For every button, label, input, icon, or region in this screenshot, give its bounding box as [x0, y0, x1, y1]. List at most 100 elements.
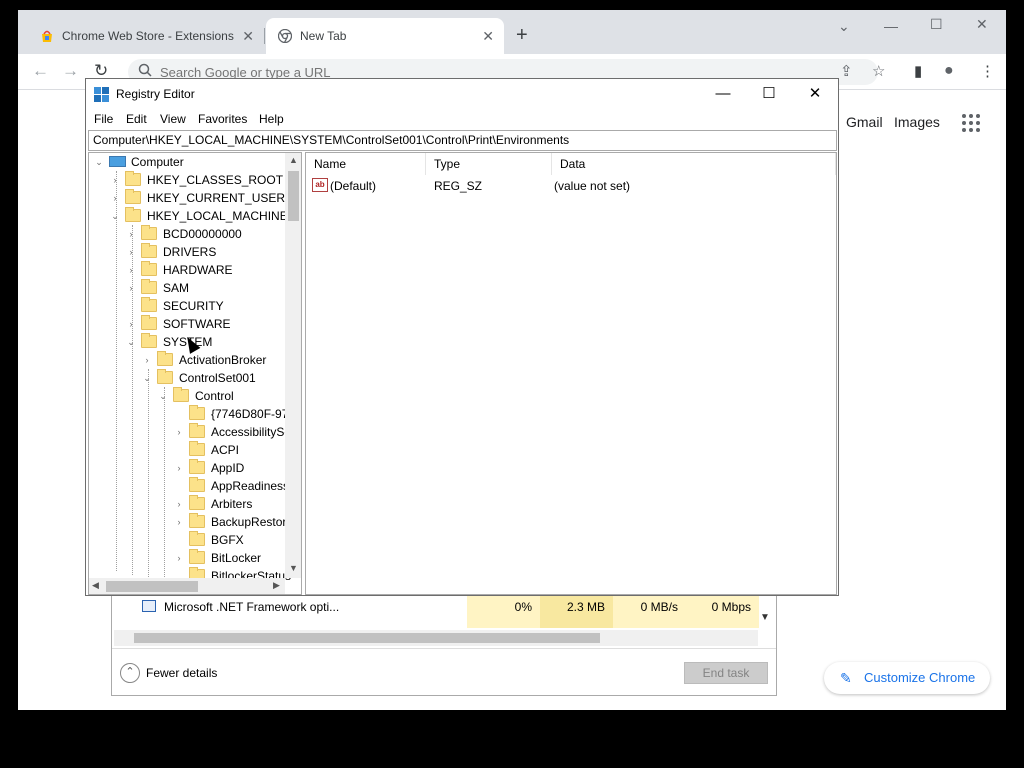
fewer-details-button[interactable]: ⌃ Fewer details	[120, 663, 217, 683]
tree-node-label: Control	[195, 389, 234, 403]
minimize-button[interactable]: —	[884, 18, 898, 34]
menu-view[interactable]: View	[160, 112, 186, 126]
folder-icon	[189, 459, 205, 474]
scrollbar-thumb[interactable]	[106, 581, 198, 592]
tree-vertical-scrollbar[interactable]: ▲ ▼	[285, 153, 301, 578]
share-icon[interactable]: ⇪	[840, 62, 853, 80]
tree-node-label: ACPI	[211, 443, 240, 457]
maximize-button[interactable]: ☐	[746, 83, 792, 105]
tree-node-label: HKEY_CLASSES_ROOT	[147, 173, 284, 187]
close-button[interactable]: ✕	[792, 83, 838, 105]
scrollbar-thumb[interactable]	[134, 633, 600, 643]
value-type-cell[interactable]: REG_SZ	[434, 177, 482, 195]
chevron-right-icon[interactable]: ›	[125, 261, 137, 279]
folder-icon	[157, 351, 173, 366]
menu-edit[interactable]: Edit	[126, 112, 147, 126]
chevron-down-icon[interactable]: ⌄	[125, 333, 137, 351]
tree-horizontal-scrollbar[interactable]: ◀ ▶	[89, 578, 285, 594]
chevron-right-icon[interactable]: ›	[141, 351, 153, 369]
folder-icon	[189, 495, 205, 510]
column-header-type[interactable]: Type	[426, 153, 552, 175]
tab-close-icon[interactable]: ✕	[482, 18, 494, 54]
chevron-right-icon[interactable]: ›	[109, 189, 121, 207]
address-bar[interactable]: Computer\HKEY_LOCAL_MACHINE\SYSTEM\Contr…	[88, 130, 837, 151]
tab-strip: Chrome Web Store - Extensions ✕ New Tab …	[18, 10, 1006, 54]
tab-title: New Tab	[300, 29, 347, 43]
chevron-right-icon[interactable]: ›	[125, 225, 137, 243]
folder-icon	[189, 405, 205, 420]
folder-icon	[189, 531, 205, 546]
tab-close-icon[interactable]: ✕	[242, 18, 254, 54]
scroll-left-arrow-icon[interactable]: ◀	[92, 580, 99, 591]
profile-avatar-icon[interactable]: ●	[944, 62, 954, 80]
close-button[interactable]: ✕	[976, 16, 988, 33]
folder-icon	[141, 261, 157, 276]
folder-icon	[189, 423, 205, 438]
tab-search-chevron-icon[interactable]: ⌄	[838, 18, 850, 35]
tab-new-tab[interactable]: New Tab ✕	[266, 18, 504, 54]
tree-node-label: {7746D80F-97E	[211, 407, 297, 421]
images-link[interactable]: Images	[894, 114, 940, 130]
chevron-right-icon[interactable]: ›	[109, 171, 121, 189]
folder-icon	[189, 513, 205, 528]
chevron-down-icon[interactable]: ⌄	[93, 153, 105, 171]
chevron-right-icon[interactable]: ›	[173, 459, 185, 477]
scroll-down-arrow-icon[interactable]: ▼	[289, 563, 298, 573]
chevron-right-icon[interactable]: ›	[173, 513, 185, 531]
scrollbar-thumb[interactable]	[288, 171, 299, 221]
chevron-right-icon[interactable]: ›	[125, 279, 137, 297]
gmail-link[interactable]: Gmail	[846, 114, 883, 130]
menu-file[interactable]: File	[94, 112, 113, 126]
customize-chrome-button[interactable]: ✎ Customize Chrome	[824, 662, 990, 694]
chevron-down-icon[interactable]: ⌄	[109, 207, 121, 225]
chevron-down-icon[interactable]: ⌄	[157, 387, 169, 405]
bookmark-star-icon[interactable]: ☆	[872, 62, 885, 80]
scroll-down-arrow-icon[interactable]: ▼	[760, 612, 770, 623]
folder-icon	[125, 207, 141, 222]
chevron-down-icon[interactable]: ⌄	[141, 369, 153, 387]
chrome-menu-icon[interactable]: ⋮	[980, 62, 995, 80]
tree-node-label: BitLocker	[211, 551, 262, 565]
side-panel-icon[interactable]: ▮	[914, 62, 922, 80]
forward-button[interactable]: →	[62, 61, 79, 81]
horizontal-scrollbar[interactable]	[114, 630, 758, 646]
maximize-button[interactable]: ☐	[930, 16, 943, 33]
memory-cell: 2.3 MB	[540, 594, 613, 628]
column-header-name[interactable]: Name	[306, 153, 426, 175]
tree-node-label: BGFX	[211, 533, 244, 547]
tree-node-label: HKEY_CURRENT_USER	[147, 191, 286, 205]
tab-chrome-web-store[interactable]: Chrome Web Store - Extensions ✕	[18, 18, 264, 54]
tree-node-label: Arbiters	[211, 497, 253, 511]
task-manager-footer: ⌃ Fewer details End task	[112, 648, 776, 696]
folder-icon	[141, 297, 157, 312]
menu-help[interactable]: Help	[259, 112, 284, 126]
tree-node-label: SOFTWARE	[163, 317, 231, 331]
back-button[interactable]: ←	[32, 61, 49, 81]
end-task-button[interactable]: End task	[684, 662, 768, 684]
chevron-right-icon[interactable]: ›	[125, 315, 137, 333]
tree-guide-line	[116, 171, 117, 571]
chevron-right-icon[interactable]: ›	[125, 243, 137, 261]
scroll-right-arrow-icon[interactable]: ▶	[273, 580, 280, 591]
window-title: Registry Editor	[116, 87, 195, 101]
scroll-up-arrow-icon[interactable]: ▲	[289, 155, 298, 165]
folder-icon	[125, 189, 141, 204]
tab-separator	[264, 28, 265, 44]
new-tab-button[interactable]: +	[516, 25, 528, 45]
minimize-button[interactable]: —	[700, 83, 746, 105]
chevron-right-icon[interactable]: ›	[173, 423, 185, 441]
column-header-data[interactable]: Data	[552, 153, 836, 175]
process-row[interactable]: Microsoft .NET Framework opti... 0% 2.3 …	[112, 594, 776, 628]
google-apps-icon[interactable]	[962, 114, 980, 132]
folder-icon	[141, 333, 157, 348]
tree-node-label: BackupRestore	[211, 515, 294, 529]
chevron-right-icon[interactable]: ›	[173, 495, 185, 513]
fewer-details-label: Fewer details	[146, 666, 218, 680]
title-bar[interactable]: Registry Editor — ☐ ✕	[86, 79, 838, 109]
chevron-right-icon[interactable]: ›	[173, 549, 185, 567]
string-value-icon: ab	[312, 178, 328, 192]
value-name-cell[interactable]: (Default)	[330, 177, 376, 195]
tree-guide-line	[148, 369, 149, 579]
value-data-cell[interactable]: (value not set)	[554, 177, 630, 195]
menu-favorites[interactable]: Favorites	[198, 112, 247, 126]
